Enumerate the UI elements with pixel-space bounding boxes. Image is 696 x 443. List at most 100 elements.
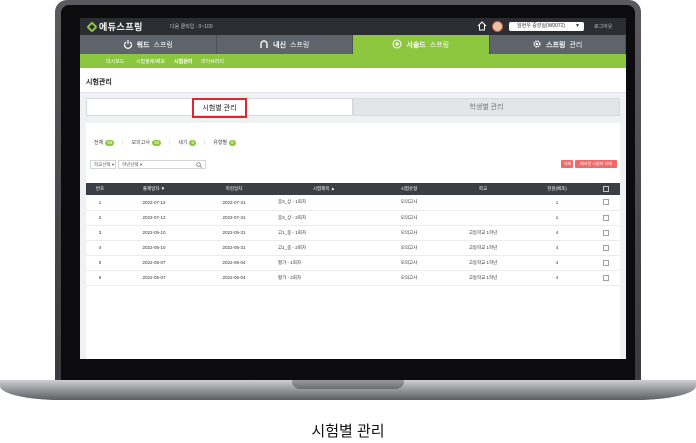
sub-nav-item-0[interactable]: 대시보드 <box>106 58 124 65</box>
cell-count: 1 <box>522 195 592 211</box>
tab-student-manage[interactable]: 학생별 관리 <box>353 98 620 116</box>
school-select[interactable]: 학교선택 ▾ <box>90 160 116 169</box>
main-tab-suffix: 관리 <box>569 41 583 49</box>
tab-exam-manage[interactable]: 시험별 관리 <box>86 97 353 118</box>
col-title-label: 시험제목 <box>312 186 330 191</box>
chevron-down-icon: ▼ <box>575 23 580 29</box>
grade-select-value: 학년선택 <box>122 162 139 167</box>
row-checkbox[interactable] <box>603 274 609 281</box>
logo-icon <box>86 21 98 33</box>
spiral-icon <box>392 39 402 51</box>
table-row[interactable]: 4 2022-05-10 2022-05-31 고1_중 - 2회차 모의고사 고등학교 … <box>86 240 620 256</box>
grade-select[interactable]: 학년선택 ▾ <box>118 160 206 169</box>
cell-type: 모의고사 <box>374 225 444 241</box>
cell-school <box>444 195 522 211</box>
main-tab-0[interactable]: 워드 스프링 <box>80 35 217 54</box>
sub-nav-item-2[interactable]: 시험관리 <box>174 58 192 65</box>
arch-icon <box>259 39 269 51</box>
cell-title: 중3_상 - 1회차 <box>274 195 374 211</box>
page-title: 시험관리 <box>86 79 112 86</box>
laptop-notch <box>292 380 404 389</box>
logout-link[interactable]: 로그아웃 <box>594 23 612 30</box>
cell-no: 5 <box>86 255 114 271</box>
filter-label: 전체 <box>94 140 104 146</box>
delete-distributed-button[interactable]: 배포된 시험지 삭제 <box>575 160 617 168</box>
filter-chip[interactable]: 유형별 6 <box>213 139 236 146</box>
sub-nav-item-1[interactable]: 시험출제/배포 <box>136 58 165 65</box>
cell-select <box>592 240 620 256</box>
top-bar: 에듀스프링 다음 클릭입 : 0~100 임현우 중앙실(W0072) ▼ 로그아… <box>80 18 626 35</box>
table-row[interactable]: 6 2022-05-07 2022-06-04 평가 - 2회차 모의고사 고등학교 1학… <box>86 270 620 286</box>
search-icon[interactable] <box>196 162 202 168</box>
cell-title: 고1_중 - 1회차 <box>274 225 374 241</box>
filter-bar: 전체 86 | 모의고사 15 | 세기 5 | 유형별 6 <box>94 139 236 146</box>
cell-title: 평가 - 2회차 <box>274 270 374 286</box>
home-icon[interactable] <box>477 21 487 31</box>
filter-count-badge: 5 <box>189 139 196 146</box>
row-checkbox[interactable] <box>603 214 609 221</box>
page-header: 시험관리 <box>80 68 626 93</box>
filter-label: 모의고사 <box>131 140 150 146</box>
filter-divider: | <box>168 139 171 146</box>
table-header-row: 번호 출제일자 ▼ 마감일자 시험제목 ▲ 시험유형 학교 현원(배포) <box>86 183 620 195</box>
cell-start-date: 2022-05-10 <box>114 240 194 256</box>
main-tab-label: 워드 <box>136 41 150 49</box>
table-row[interactable]: 3 2022-05-10 2022-05-31 고1_중 - 1회차 모의고사 고등학교 … <box>86 225 620 241</box>
filter-chip[interactable]: 모의고사 15 <box>132 139 161 146</box>
app-logo[interactable]: 에듀스프링 <box>86 20 143 33</box>
cell-end-date: 2022-05-31 <box>194 240 274 256</box>
sub-nav-item-3[interactable]: 라이브러리 <box>201 58 224 65</box>
cell-select <box>592 225 620 241</box>
power-icon <box>123 39 133 51</box>
exam-table: 번호 출제일자 ▼ 마감일자 시험제목 ▲ 시험유형 학교 현원(배포) 1 20… <box>86 183 620 286</box>
cell-type: 모의고사 <box>374 255 444 271</box>
cell-school: 고등학교 1학년 <box>444 240 522 256</box>
avatar[interactable] <box>492 21 503 32</box>
cell-start-date: 2022-07-12 <box>114 195 194 211</box>
cell-no: 3 <box>86 225 114 241</box>
cell-school: 고등학교 1학년 <box>444 270 522 286</box>
cell-title: 평가 - 1회차 <box>274 255 374 271</box>
user-select[interactable]: 임현우 중앙실(W0072) ▼ <box>509 22 584 31</box>
row-checkbox[interactable] <box>603 199 609 206</box>
cell-end-date: 2022-07-31 <box>194 195 274 211</box>
filter-label: 세기 <box>178 140 188 146</box>
table-row[interactable]: 5 2022-05-07 2022-06-04 평가 - 1회차 모의고사 고등학교 1학… <box>86 255 620 271</box>
cell-count: 4 <box>522 255 592 271</box>
cell-select <box>592 210 620 226</box>
content-panel: 전체 86 | 모의고사 15 | 세기 5 | 유형별 6 학교선택 ▾ 학년선택 ▾ 삭제 배포… <box>86 123 620 359</box>
main-tab-1[interactable]: 내신 스프링 <box>216 35 353 54</box>
cell-no: 4 <box>86 240 114 256</box>
row-checkbox[interactable] <box>603 244 609 251</box>
main-tab-label: 스프링 <box>546 41 566 49</box>
cell-end-date: 2022-06-04 <box>194 255 274 271</box>
col-count: 현원(배포) <box>522 183 592 195</box>
col-select-all[interactable] <box>592 183 620 195</box>
cell-select <box>592 195 620 211</box>
sort-up-icon: ▲ <box>330 186 336 191</box>
col-start-date[interactable]: 출제일자 ▼ <box>114 183 194 195</box>
filter-chip[interactable]: 세기 5 <box>178 139 196 146</box>
table-row[interactable]: 2 2022-07-12 2022-07-31 중3_상 - 2회차 모의고사 1 <box>86 210 620 226</box>
cell-no: 6 <box>86 270 114 286</box>
cell-end-date: 2022-05-31 <box>194 225 274 241</box>
cell-title: 고1_중 - 2회차 <box>274 240 374 256</box>
table-row[interactable]: 1 2022-07-12 2022-07-31 중3_상 - 1회차 모의고사 1 <box>86 195 620 211</box>
main-tab-label: 내신 <box>273 41 287 49</box>
school-select-value: 학교선택 <box>94 162 111 167</box>
cell-start-date: 2022-05-07 <box>114 255 194 271</box>
row-checkbox[interactable] <box>603 259 609 266</box>
cell-type: 모의고사 <box>374 210 444 226</box>
row-checkbox[interactable] <box>603 229 609 236</box>
col-title[interactable]: 시험제목 ▲ <box>274 183 374 195</box>
main-tab-3[interactable]: 스프링 관리 <box>489 35 626 54</box>
filter-label: 유형별 <box>213 140 228 146</box>
main-tab-2[interactable]: 서술드 스프링 <box>353 35 490 54</box>
select-all-checkbox[interactable] <box>603 186 609 192</box>
col-school: 학교 <box>444 183 522 195</box>
main-tab-suffix: 스프링 <box>153 41 173 49</box>
cell-title: 중3_상 - 2회차 <box>274 210 374 226</box>
sub-nav: 대시보드 시험출제/배포 시험관리 라이브러리 <box>80 54 626 68</box>
delete-button[interactable]: 삭제 <box>561 160 573 168</box>
filter-chip[interactable]: 전체 86 <box>94 139 115 146</box>
